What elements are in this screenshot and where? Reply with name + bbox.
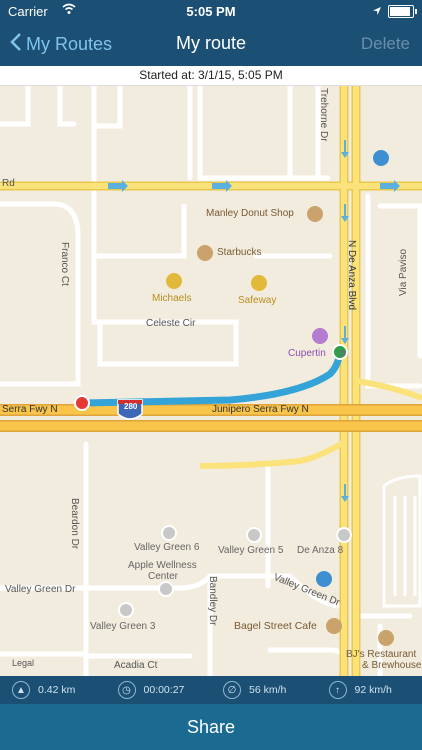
poi-label: Safeway <box>238 295 277 306</box>
clock-icon: ◷ <box>117 681 136 699</box>
stat-duration: ◷ 00:00:27 <box>106 681 212 699</box>
start-pin <box>74 395 90 411</box>
poi-dot-icon[interactable] <box>158 581 174 597</box>
poi-dot-icon[interactable] <box>118 602 134 618</box>
cafe-icon[interactable] <box>307 206 323 222</box>
street-label: Beardon Dr <box>69 498 80 550</box>
poi-label: Manley Donut Shop <box>206 208 294 219</box>
street-label: Via Paviso <box>398 248 409 296</box>
poi-label: Apple Wellness <box>128 560 197 571</box>
status-bar: Carrier 5:05 PM <box>0 0 422 22</box>
route-map[interactable]: Started at: 3/1/15, 5:05 PM Rd Celeste C… <box>0 66 422 676</box>
freeway-label: Serra Fwy N <box>2 404 58 415</box>
street-label: Acadia Ct <box>114 660 158 671</box>
speed-icon: ∅ <box>223 681 241 699</box>
street-label: Bandley Dr <box>207 576 218 626</box>
poi-label: BJ's Restaurant <box>346 649 417 660</box>
poi-label: Michaels <box>152 293 192 304</box>
delete-button[interactable]: Delete <box>361 34 410 54</box>
duration-value: 00:00:27 <box>143 684 185 696</box>
legal-link[interactable]: Legal <box>12 658 34 668</box>
poi-dot-icon[interactable] <box>246 527 262 543</box>
route-stats-bar: ▲ 0.42 km ◷ 00:00:27 ∅ 56 km/h ↑ 92 km/h <box>0 676 422 704</box>
street-label: Celeste Cir <box>146 318 196 329</box>
shopping-icon[interactable] <box>166 273 182 289</box>
arrow-up-icon: ↑ <box>328 681 347 699</box>
poi-label: Cupertin n <box>288 348 346 359</box>
gas-station-icon[interactable] <box>373 150 389 166</box>
poi-label: Valley Green 6 <box>134 542 200 553</box>
distance-value: 0.42 km <box>38 684 76 696</box>
poi-label: Bagel Street Cafe <box>234 620 317 632</box>
clock: 5:05 PM <box>186 4 236 19</box>
street-label: Valley Green Dr <box>5 584 76 595</box>
stat-avg-speed: ↑ 92 km/h <box>317 681 422 699</box>
restaurant-icon[interactable] <box>378 630 394 646</box>
started-at-label: Started at: 3/1/15, 5:05 PM <box>0 66 422 86</box>
stat-distance: ▲ 0.42 km <box>0 681 106 699</box>
battery-icon <box>388 5 417 18</box>
hotel-icon[interactable] <box>312 328 328 344</box>
highway-shield-label: 280 <box>124 402 138 411</box>
poi-label: Valley Green 5 <box>218 545 284 556</box>
cafe-icon[interactable] <box>197 245 213 261</box>
page-title: My route <box>175 33 247 53</box>
distance-icon: ▲ <box>12 681 30 699</box>
location-arrow-icon <box>372 4 382 19</box>
gas-station-icon[interactable] <box>316 571 332 587</box>
nav-bar: My Routes My route Delete <box>0 22 422 66</box>
stat-max-speed: ∅ 56 km/h <box>211 681 317 699</box>
avg-speed-value: 92 km/h <box>354 684 392 696</box>
poi-label: De Anza 8 <box>297 545 344 556</box>
street-label: N De Anza Blvd <box>346 240 357 311</box>
poi-label: Valley Green 3 <box>90 621 156 632</box>
poi-dot-icon[interactable] <box>161 525 177 541</box>
poi-label: & Brewhouse <box>362 660 422 671</box>
street-label: Rd <box>2 178 15 189</box>
freeway-label: Junipero Serra Fwy N <box>212 404 309 415</box>
street-label: Franco Ct <box>59 242 70 286</box>
shopping-icon[interactable] <box>251 275 267 291</box>
status-right <box>372 4 417 19</box>
poi-dot-icon[interactable] <box>336 527 352 543</box>
share-button[interactable]: Share <box>0 704 422 750</box>
street-label: Trehorne Dr <box>318 88 329 142</box>
poi-label: Starbucks <box>217 247 262 258</box>
restaurant-icon[interactable] <box>326 618 342 634</box>
max-speed-value: 56 km/h <box>249 684 287 696</box>
